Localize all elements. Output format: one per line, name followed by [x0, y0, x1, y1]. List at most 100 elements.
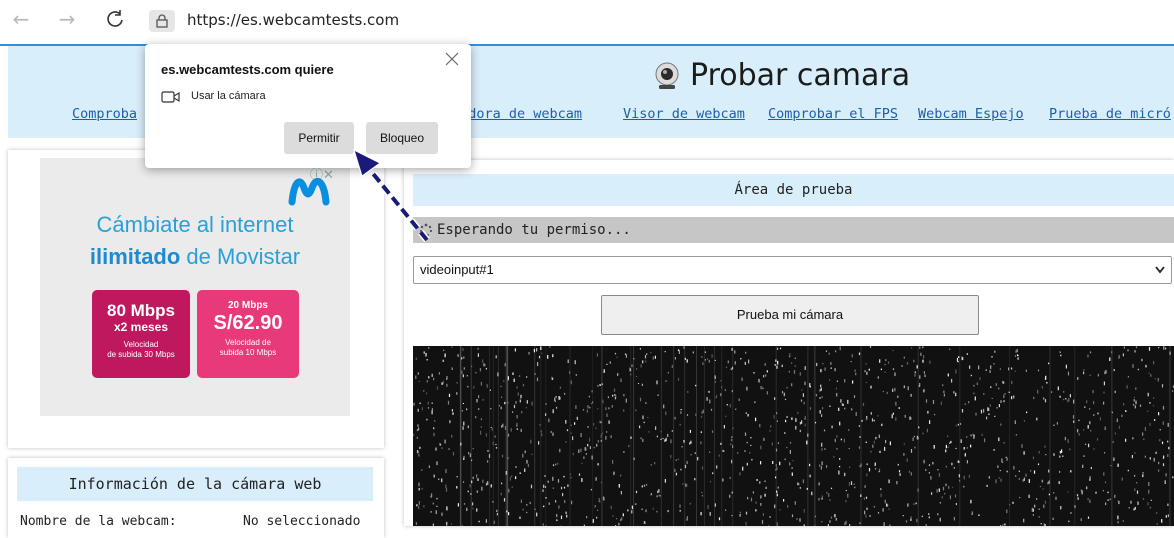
noise-speck — [1154, 419, 1155, 421]
noise-speck — [616, 357, 617, 358]
nav-link-fps[interactable]: Comprobar el FPS — [768, 106, 898, 122]
noise-speck — [558, 479, 559, 483]
noise-speck — [1067, 400, 1068, 403]
noise-speck — [562, 493, 563, 496]
noise-speck — [804, 382, 805, 386]
noise-speck — [777, 494, 778, 497]
noise-speck — [456, 486, 457, 488]
noise-speck — [612, 515, 613, 517]
noise-speck — [680, 510, 681, 512]
noise-speck — [446, 488, 447, 492]
noise-speck — [1063, 399, 1064, 400]
noise-speck — [1036, 418, 1037, 421]
noise-speck — [780, 348, 781, 350]
noise-speck — [642, 485, 643, 487]
noise-streak — [471, 346, 472, 526]
noise-speck — [605, 436, 606, 440]
noise-speck — [1086, 400, 1087, 403]
noise-speck — [716, 465, 717, 468]
block-button[interactable]: Bloqueo — [366, 122, 438, 154]
reload-icon[interactable] — [102, 6, 128, 32]
noise-speck — [929, 420, 930, 424]
noise-streak — [661, 346, 662, 526]
noise-speck — [949, 349, 950, 350]
noise-speck — [955, 494, 956, 497]
noise-speck — [436, 498, 437, 500]
allow-button[interactable]: Permitir — [284, 122, 354, 154]
noise-speck — [830, 362, 831, 365]
loading-spinner-icon — [419, 217, 433, 247]
ad-offer-80mbps[interactable]: 80 Mbps x2 meses Velocidad de subida 30 … — [92, 290, 190, 378]
site-title[interactable]: Probar camara — [652, 58, 910, 93]
noise-speck — [419, 447, 420, 449]
noise-speck — [501, 493, 502, 496]
noise-speck — [701, 512, 702, 515]
noise-speck — [969, 475, 970, 478]
noise-speck — [879, 435, 880, 438]
noise-speck — [1090, 351, 1091, 353]
noise-speck — [514, 379, 515, 382]
forward-icon[interactable]: → — [54, 6, 80, 32]
nav-link-comprobador-webcam[interactable]: padora de webcam — [452, 106, 582, 122]
noise-speck — [648, 431, 649, 433]
noise-speck — [740, 358, 741, 359]
noise-speck — [472, 508, 473, 510]
noise-speck — [521, 500, 522, 504]
noise-speck — [1103, 490, 1104, 491]
noise-speck — [1029, 495, 1030, 498]
nav-link-comprobador[interactable]: Comproba — [72, 106, 137, 122]
noise-speck — [623, 451, 624, 452]
noise-speck — [852, 381, 853, 384]
noise-speck — [664, 439, 665, 442]
noise-speck — [443, 360, 444, 362]
noise-speck — [644, 485, 645, 487]
nav-link-microfono[interactable]: Prueba de micró — [1049, 106, 1171, 122]
noise-speck — [978, 366, 979, 370]
noise-speck — [884, 447, 885, 451]
noise-speck — [730, 444, 731, 446]
noise-speck — [844, 379, 845, 383]
noise-speck — [825, 368, 826, 371]
noise-speck — [1042, 480, 1043, 483]
noise-speck — [449, 420, 450, 423]
noise-speck — [1125, 439, 1126, 442]
nav-link-visor[interactable]: Visor de webcam — [623, 106, 745, 122]
noise-speck — [946, 445, 947, 448]
noise-speck — [893, 350, 894, 351]
noise-speck — [547, 355, 548, 359]
noise-speck — [1019, 471, 1020, 472]
noise-speck — [1128, 376, 1129, 378]
back-icon[interactable]: ← — [8, 6, 34, 32]
close-icon[interactable] — [445, 52, 459, 70]
noise-speck — [767, 391, 768, 394]
noise-speck — [990, 386, 991, 388]
noise-speck — [472, 502, 473, 505]
address-bar-url[interactable]: https://es.webcamtests.com — [187, 11, 399, 29]
ad-offer-price[interactable]: 20 Mbps S/62.90 Velocidad de subida 10 M… — [197, 290, 299, 378]
noise-speck — [948, 446, 949, 448]
noise-speck — [929, 472, 930, 473]
noise-speck — [451, 435, 452, 438]
noise-speck — [820, 369, 821, 372]
noise-speck — [1163, 456, 1164, 459]
noise-speck — [885, 359, 886, 361]
test-camera-button[interactable]: Prueba mi cámara — [601, 295, 979, 335]
noise-speck — [1037, 390, 1038, 394]
noise-speck — [526, 512, 527, 513]
noise-speck — [964, 447, 965, 450]
advertisement[interactable]: ⓘ✕ Cámbiate al internet ilimitado de Mov… — [40, 158, 350, 416]
lock-icon[interactable] — [149, 10, 175, 32]
noise-speck — [1063, 391, 1064, 393]
camera-preview — [413, 346, 1174, 526]
noise-speck — [1167, 454, 1168, 457]
nav-link-espejo[interactable]: Webcam Espejo — [918, 106, 1024, 122]
noise-speck — [870, 346, 871, 348]
noise-speck — [476, 399, 477, 402]
noise-speck — [567, 429, 568, 431]
noise-speck — [722, 479, 723, 482]
noise-speck — [791, 362, 792, 364]
camera-select[interactable]: videoinput#1 — [413, 256, 1172, 284]
noise-speck — [710, 512, 711, 516]
noise-speck — [1019, 497, 1020, 498]
noise-speck — [676, 460, 677, 461]
